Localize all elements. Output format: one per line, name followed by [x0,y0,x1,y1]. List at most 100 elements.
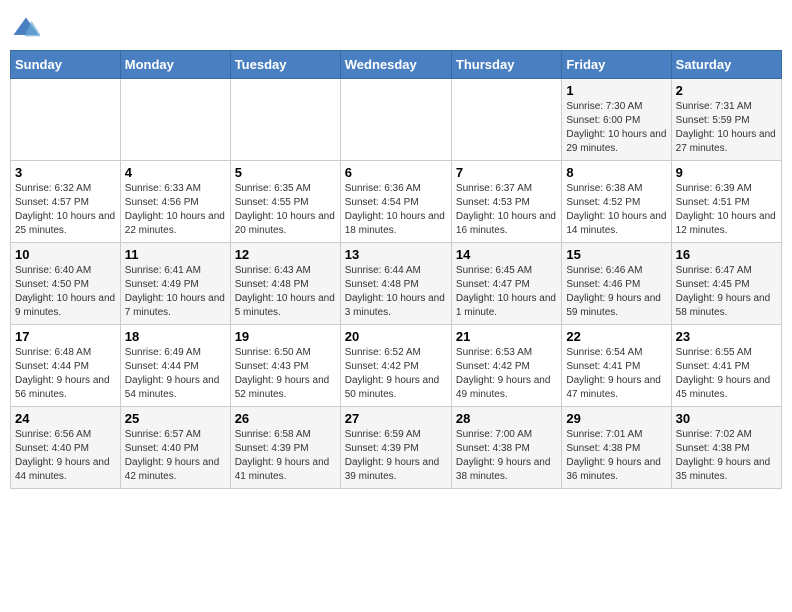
calendar-cell [451,79,561,161]
day-info: Sunrise: 7:00 AMSunset: 4:38 PMDaylight:… [456,428,557,484]
day-number: 3 [15,165,116,180]
calendar-cell: 15 Sunrise: 6:46 AMSunset: 4:46 PMDayligh… [562,243,671,325]
calendar-cell: 28 Sunrise: 7:00 AMSunset: 4:38 PMDayligh… [451,407,561,489]
weekday-header-tuesday: Tuesday [230,51,340,79]
calendar-cell: 8 Sunrise: 6:38 AMSunset: 4:52 PMDaylight… [562,161,671,243]
day-number: 27 [345,411,447,426]
calendar-cell: 20 Sunrise: 6:52 AMSunset: 4:42 PMDayligh… [340,325,451,407]
day-info: Sunrise: 6:37 AMSunset: 4:53 PMDaylight:… [456,182,557,238]
day-number: 26 [235,411,336,426]
calendar-cell: 4Sunrise: 6:33 AMSunset: 4:56 PMDaylight… [120,161,230,243]
day-number: 30 [676,411,777,426]
day-info: Sunrise: 6:57 AMSunset: 4:40 PMDaylight:… [125,428,226,484]
day-info: Sunrise: 6:50 AMSunset: 4:43 PMDaylight:… [235,346,336,402]
page-header [10,10,782,42]
day-info: Sunrise: 7:02 AMSunset: 4:38 PMDaylight:… [676,428,777,484]
day-info: Sunrise: 6:47 AMSunset: 4:45 PMDaylight:… [676,264,777,320]
day-number: 10 [15,247,116,262]
weekday-header-thursday: Thursday [451,51,561,79]
day-info: Sunrise: 6:56 AMSunset: 4:40 PMDaylight:… [15,428,116,484]
day-info: Sunrise: 6:45 AMSunset: 4:47 PMDaylight:… [456,264,557,320]
day-info: Sunrise: 6:59 AMSunset: 4:39 PMDaylight:… [345,428,447,484]
calendar-week-row: 24 Sunrise: 6:56 AMSunset: 4:40 PMDayligh… [11,407,782,489]
day-number: 2 [676,83,777,98]
day-number: 11 [125,247,226,262]
day-info: Sunrise: 6:49 AMSunset: 4:44 PMDaylight:… [125,346,226,402]
calendar-cell: 30 Sunrise: 7:02 AMSunset: 4:38 PMDayligh… [671,407,781,489]
day-number: 6 [345,165,447,180]
day-number: 20 [345,329,447,344]
weekday-header-wednesday: Wednesday [340,51,451,79]
day-info: Sunrise: 6:38 AMSunset: 4:52 PMDaylight:… [566,182,666,238]
weekday-header-monday: Monday [120,51,230,79]
calendar-cell: 23 Sunrise: 6:55 AMSunset: 4:41 PMDayligh… [671,325,781,407]
calendar-cell: 14 Sunrise: 6:45 AMSunset: 4:47 PMDayligh… [451,243,561,325]
day-info: Sunrise: 6:46 AMSunset: 4:46 PMDaylight:… [566,264,666,320]
day-info: Sunrise: 7:30 AMSunset: 6:00 PMDaylight:… [566,100,666,156]
day-number: 25 [125,411,226,426]
calendar-cell: 10Sunrise: 6:40 AMSunset: 4:50 PMDayligh… [11,243,121,325]
day-info: Sunrise: 7:01 AMSunset: 4:38 PMDaylight:… [566,428,666,484]
calendar-cell: 3 Sunrise: 6:32 AMSunset: 4:57 PMDaylight… [11,161,121,243]
calendar-cell [11,79,121,161]
day-number: 7 [456,165,557,180]
day-number: 29 [566,411,666,426]
day-number: 28 [456,411,557,426]
day-number: 15 [566,247,666,262]
day-number: 23 [676,329,777,344]
day-number: 12 [235,247,336,262]
day-info: Sunrise: 6:32 AMSunset: 4:57 PMDaylight:… [15,182,116,238]
calendar-cell: 25 Sunrise: 6:57 AMSunset: 4:40 PMDayligh… [120,407,230,489]
day-number: 4 [125,165,226,180]
calendar-cell: 16Sunrise: 6:47 AMSunset: 4:45 PMDayligh… [671,243,781,325]
calendar-cell: 12 Sunrise: 6:43 AMSunset: 4:48 PMDayligh… [230,243,340,325]
calendar-cell: 7 Sunrise: 6:37 AMSunset: 4:53 PMDaylight… [451,161,561,243]
calendar-cell: 24 Sunrise: 6:56 AMSunset: 4:40 PMDayligh… [11,407,121,489]
day-info: Sunrise: 6:55 AMSunset: 4:41 PMDaylight:… [676,346,777,402]
weekday-header-sunday: Sunday [11,51,121,79]
calendar-cell: 11 Sunrise: 6:41 AMSunset: 4:49 PMDayligh… [120,243,230,325]
day-number: 1 [566,83,666,98]
weekday-header-row: SundayMondayTuesdayWednesdayThursdayFrid… [11,51,782,79]
day-number: 24 [15,411,116,426]
day-info: Sunrise: 6:48 AMSunset: 4:44 PMDaylight:… [15,346,116,402]
calendar-cell: 13 Sunrise: 6:44 AMSunset: 4:48 PMDayligh… [340,243,451,325]
day-info: Sunrise: 6:41 AMSunset: 4:49 PMDaylight:… [125,264,226,320]
calendar-cell: 22 Sunrise: 6:54 AMSunset: 4:41 PMDayligh… [562,325,671,407]
day-info: Sunrise: 6:44 AMSunset: 4:48 PMDaylight:… [345,264,447,320]
day-number: 9 [676,165,777,180]
day-info: Sunrise: 6:36 AMSunset: 4:54 PMDaylight:… [345,182,447,238]
calendar-cell: 18 Sunrise: 6:49 AMSunset: 4:44 PMDayligh… [120,325,230,407]
calendar-week-row: 17 Sunrise: 6:48 AMSunset: 4:44 PMDayligh… [11,325,782,407]
calendar-cell [340,79,451,161]
calendar-cell: 6 Sunrise: 6:36 AMSunset: 4:54 PMDaylight… [340,161,451,243]
day-info: Sunrise: 6:43 AMSunset: 4:48 PMDaylight:… [235,264,336,320]
day-number: 8 [566,165,666,180]
calendar-cell: 1 Sunrise: 7:30 AMSunset: 6:00 PMDaylight… [562,79,671,161]
day-info: Sunrise: 6:54 AMSunset: 4:41 PMDaylight:… [566,346,666,402]
calendar-cell [120,79,230,161]
day-number: 18 [125,329,226,344]
calendar-cell: 9Sunrise: 6:39 AMSunset: 4:51 PMDaylight… [671,161,781,243]
calendar-week-row: 1 Sunrise: 7:30 AMSunset: 6:00 PMDaylight… [11,79,782,161]
calendar-week-row: 10Sunrise: 6:40 AMSunset: 4:50 PMDayligh… [11,243,782,325]
calendar-cell: 27 Sunrise: 6:59 AMSunset: 4:39 PMDayligh… [340,407,451,489]
calendar-cell: 17 Sunrise: 6:48 AMSunset: 4:44 PMDayligh… [11,325,121,407]
calendar-table: SundayMondayTuesdayWednesdayThursdayFrid… [10,50,782,489]
day-number: 22 [566,329,666,344]
day-number: 13 [345,247,447,262]
calendar-cell: 5Sunrise: 6:35 AMSunset: 4:55 PMDaylight… [230,161,340,243]
day-number: 14 [456,247,557,262]
day-number: 17 [15,329,116,344]
day-info: Sunrise: 6:52 AMSunset: 4:42 PMDaylight:… [345,346,447,402]
calendar-cell: 19 Sunrise: 6:50 AMSunset: 4:43 PMDayligh… [230,325,340,407]
day-number: 19 [235,329,336,344]
weekday-header-saturday: Saturday [671,51,781,79]
calendar-week-row: 3 Sunrise: 6:32 AMSunset: 4:57 PMDaylight… [11,161,782,243]
day-info: Sunrise: 6:35 AMSunset: 4:55 PMDaylight:… [235,182,336,238]
day-info: Sunrise: 6:58 AMSunset: 4:39 PMDaylight:… [235,428,336,484]
day-number: 21 [456,329,557,344]
calendar-cell: 21Sunrise: 6:53 AMSunset: 4:42 PMDayligh… [451,325,561,407]
weekday-header-friday: Friday [562,51,671,79]
calendar-cell [230,79,340,161]
